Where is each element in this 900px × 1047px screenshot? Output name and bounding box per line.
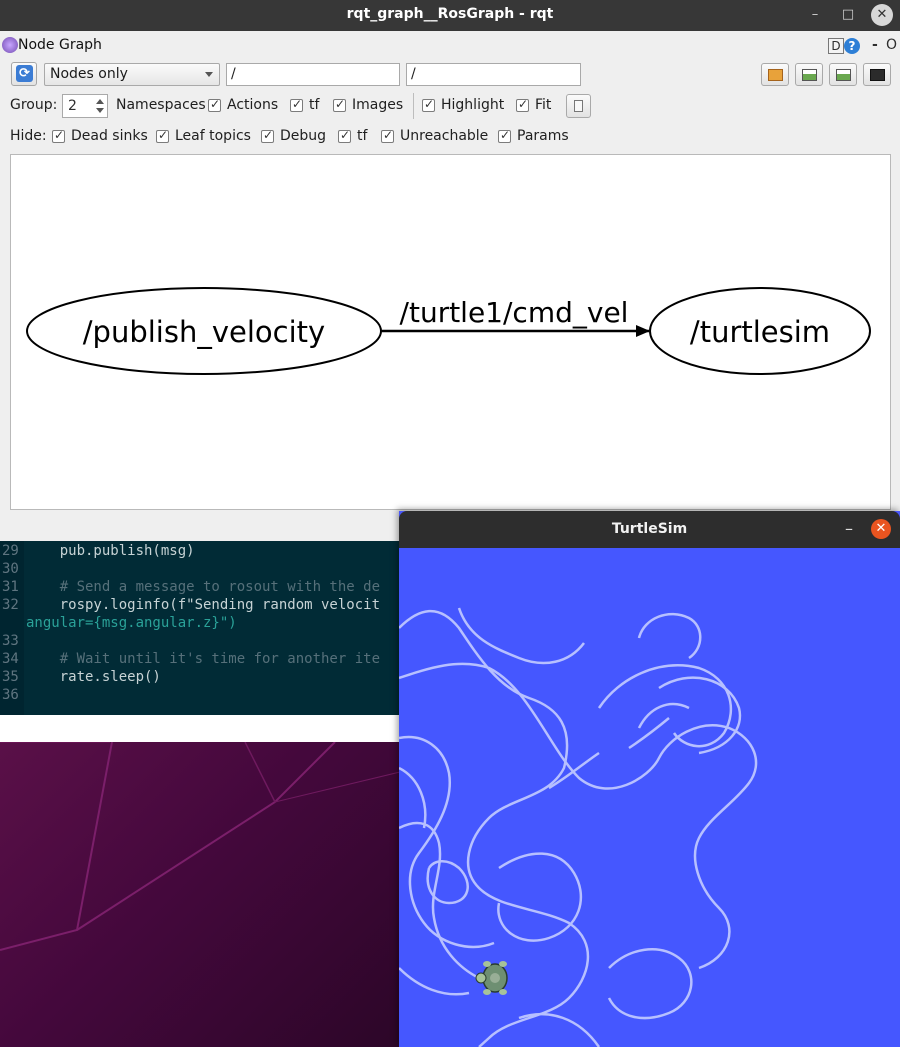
help-icon[interactable]: ? [844,38,860,54]
turtlesim-close-button[interactable]: ✕ [871,519,891,539]
minimize-button[interactable]: – [804,4,826,26]
refresh-icon: ⟳ [16,65,33,82]
namespace-filter-input[interactable]: / [226,63,400,86]
open-folder-icon [768,69,783,81]
line-number: 35 [2,669,19,685]
minimize-plugin-button[interactable]: - [872,37,878,53]
code-line: pub.publish(msg) [26,543,195,559]
group-spinbox[interactable]: 2 [62,94,108,118]
line-number: 33 [2,633,19,649]
node-publish-velocity[interactable]: /publish_velocity [26,287,382,375]
images-label: Images [352,97,404,113]
dead-sinks-checkbox[interactable] [52,128,65,143]
code-line: # Wait until it's time for another ite [26,651,381,667]
group-value: 2 [68,98,77,114]
highlight-checkbox[interactable] [422,97,435,112]
fit-checkbox[interactable] [516,97,529,112]
debug-checkbox[interactable] [261,128,274,143]
turtle-trail [399,607,758,1047]
line-number: 34 [2,651,19,667]
turtlesim-titlebar[interactable]: TurtleSim – ✕ [399,511,900,548]
unreachable-checkbox[interactable] [381,128,394,143]
rqt-window: rqt_graph__RosGraph - rqt – □ ✕ Node Gra… [0,0,900,541]
line-number: 29 [2,543,19,559]
line-number: 30 [2,561,19,577]
group-label: Group: [10,97,58,113]
dead-sinks-label: Dead sinks [71,128,148,144]
turtlesim-title: TurtleSim [611,521,688,537]
line-number: 32 [2,597,19,613]
options-plugin-button[interactable]: O [886,37,897,53]
hide-label: Hide: [10,128,47,144]
editor-bottom-area [0,715,402,742]
spin-down-icon[interactable] [96,108,104,113]
save-svg-icon [836,69,851,81]
chevron-down-icon [205,72,213,77]
toolbar-separator [413,93,414,119]
node-label: /publish_velocity [83,315,325,349]
leaf-topics-checkbox[interactable] [156,128,169,143]
fit-in-view-button[interactable] [566,94,591,118]
desktop-wallpaper-lines [0,742,400,951]
graph-canvas[interactable]: /publish_velocity /turtle1/cmd_vel /turt… [10,154,891,510]
fit-label: Fit [535,97,552,113]
rqt-titlebar[interactable]: rqt_graph__RosGraph - rqt – □ ✕ [0,0,900,31]
save-image-button[interactable] [863,63,891,86]
graph-mode-value: Nodes only [50,66,128,82]
line-number: 31 [2,579,19,595]
turtlesim-window: TurtleSim – ✕ [399,511,900,1047]
hide-tf-checkbox[interactable] [338,128,351,143]
namespaces-label: Namespaces [116,97,206,113]
hide-tf-label: tf [357,128,368,144]
desktop-background [0,742,400,1047]
close-button[interactable]: ✕ [871,4,893,26]
params-checkbox[interactable] [498,128,511,143]
code-line: rate.sleep() [26,669,161,685]
save-svg-button[interactable] [829,63,857,86]
node-label: /turtlesim [690,315,830,349]
actions-checkbox[interactable] [208,97,221,112]
unreachable-label: Unreachable [400,128,489,144]
turtle-icon [475,961,508,995]
maximize-button[interactable]: □ [837,4,859,26]
code-line: # Send a message to rosout with the de [26,579,381,595]
load-dot-button[interactable] [761,63,789,86]
node-turtlesim[interactable]: /turtlesim [649,287,871,375]
screenshot-icon [870,69,885,81]
code-editor[interactable]: 29 pub.publish(msg) 30 31 # Send a messa… [0,541,402,715]
window-title: rqt_graph__RosGraph - rqt [346,6,554,22]
save-dot-button[interactable] [795,63,823,86]
highlight-label: Highlight [441,97,505,113]
topic-filter-input[interactable]: / [406,63,581,86]
edge-cmd-vel[interactable]: /turtle1/cmd_vel [381,296,650,337]
tf-label: tf [309,97,320,113]
refresh-button[interactable]: ⟳ [11,62,37,86]
line-number: 36 [2,687,19,703]
edge-label: /turtle1/cmd_vel [400,296,629,329]
params-label: Params [517,128,569,144]
graph-mode-select[interactable]: Nodes only [44,63,220,86]
fit-icon [574,100,583,112]
actions-label: Actions [227,97,279,113]
plugin-title: Node Graph [18,37,102,53]
node-graph-icon [2,37,18,53]
tf-checkbox[interactable] [290,97,303,112]
turtlesim-minimize-button[interactable]: – [839,519,859,539]
turtlesim-canvas [399,548,900,1047]
code-line: angular={msg.angular.z}") [26,615,237,631]
dock-button[interactable]: D [828,38,844,54]
save-dot-icon [802,69,817,81]
leaf-topics-label: Leaf topics [175,128,251,144]
debug-label: Debug [280,128,327,144]
code-line: rospy.loginfo(f"Sending random velocit [26,597,381,613]
spin-up-icon[interactable] [96,99,104,104]
plugin-header: Node Graph D ? - O [0,34,900,58]
images-checkbox[interactable] [333,97,346,112]
ros-graph-svg: /publish_velocity /turtle1/cmd_vel /turt… [26,287,871,375]
